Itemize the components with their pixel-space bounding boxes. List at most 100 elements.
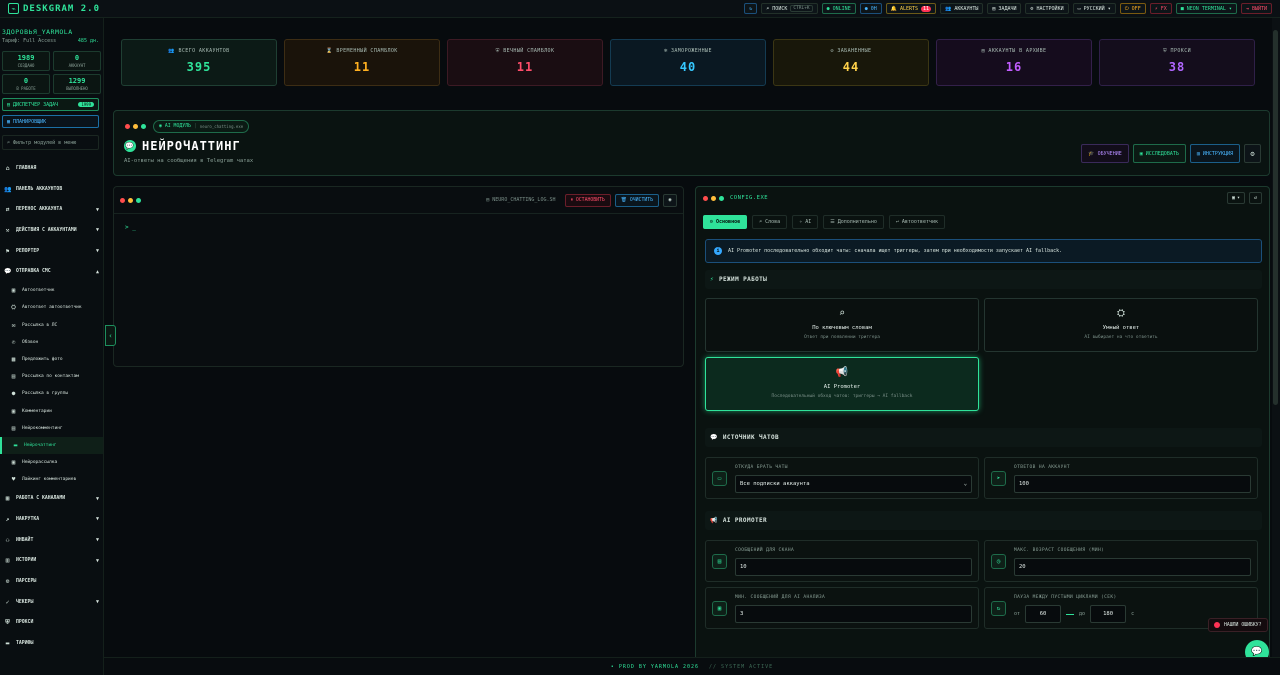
- card-proxy[interactable]: ⛨ ПРОКСИ 38: [1099, 39, 1255, 86]
- settings-button[interactable]: ⚙ НАСТРОЙКИ: [1025, 3, 1069, 14]
- clear-button[interactable]: 🗑 ОЧИСТИТЬ: [614, 193, 659, 207]
- tab-words[interactable]: ⌕ Слова: [752, 215, 788, 229]
- reset-button[interactable]: ↺: [1248, 192, 1262, 204]
- language-select[interactable]: ▭ РУССКИЙ ▾: [1072, 3, 1116, 14]
- tasks-button[interactable]: ▤ ЗАДАЧИ: [987, 3, 1022, 14]
- save-preset-button[interactable]: ▣ ▾: [1226, 192, 1245, 204]
- card-perm-spamblock[interactable]: ⛨ ВЕЧНЫЙ СПАМБЛОК 11: [447, 39, 603, 86]
- card-archived[interactable]: ▤ АККАУНТЫ В АРХИВЕ 16: [936, 39, 1092, 86]
- card-banned[interactable]: ⊘ ЗАБАНЕННЫЕ 44: [773, 39, 929, 86]
- nav-stories[interactable]: ▥ ИСТОРИИ ▼: [0, 550, 103, 571]
- nav-checkers[interactable]: ✓ ЧЕКЕРЫ ▼: [0, 592, 103, 613]
- messages-icon: ▤: [712, 554, 727, 569]
- sidebar-collapse-button[interactable]: ‹: [105, 325, 116, 346]
- chip-icon: ◉: [159, 124, 162, 129]
- view-toggle-button[interactable]: ◉: [663, 193, 677, 207]
- nav-account-actions[interactable]: ⚒ ДЕЙСТВИЯ С АККАУНТАМИ ▼: [0, 220, 103, 241]
- source-field: ▭ ОТКУДА БРАТЬ ЧАТЫ Все подписки аккаунта ⌄: [705, 457, 979, 499]
- replies-input[interactable]: 100: [1014, 475, 1251, 493]
- mode-options: ⌕ По ключевым словам Ответ при появлении т…: [705, 298, 1262, 411]
- chat-icon: 💬: [710, 434, 718, 441]
- nav-sub-calls[interactable]: ✆ Обзвон: [0, 334, 103, 351]
- search-button[interactable]: ⌕ ПОИСК CTRL+K: [761, 3, 818, 14]
- nav-sub-group-mailing[interactable]: ● Рассылка в группы: [0, 385, 103, 402]
- mode-smart[interactable]: ⛭ Умный ответ AI выбирает на что ответить: [984, 298, 1258, 352]
- research-button[interactable]: ▣ ИССЛЕДОВАТЬ: [1132, 144, 1186, 163]
- reply-icon: ▣: [11, 287, 16, 295]
- nav-sub-offer-photo[interactable]: ▩ Предложить фото: [0, 351, 103, 368]
- logout-button[interactable]: ⇥ ВЫЙТИ: [1240, 3, 1272, 14]
- nav-sub-neurochatting[interactable]: ▬ Нейрочаттинг: [0, 436, 103, 454]
- nav-send-sms[interactable]: 💬 ОТПРАВКА СМС ▲: [0, 261, 103, 282]
- page-scrollbar[interactable]: [1272, 18, 1280, 657]
- terminal-prompt[interactable]: > _: [114, 214, 683, 231]
- min-messages-input[interactable]: 3: [735, 605, 972, 623]
- nav-sub-contacts-mailing[interactable]: ▤ Рассылка по контактам: [0, 368, 103, 385]
- nav-account-transfer[interactable]: ⇄ ПЕРЕНОС АККАУНТА ▼: [0, 199, 103, 220]
- nav-sub-neurocommenting[interactable]: ▤ Нейрокомментинг: [0, 420, 103, 437]
- list-icon: ☰: [830, 219, 835, 225]
- chevron-left-icon: ‹: [108, 331, 113, 340]
- nav-sub-auto-autoresponder[interactable]: ⛭ Автоответ автоответчик: [0, 299, 103, 316]
- pause-to-input[interactable]: 180: [1090, 605, 1127, 623]
- tab-extra[interactable]: ☰ Дополнительно: [823, 215, 884, 229]
- counter-button[interactable]: ● 0Н: [859, 3, 882, 14]
- nav-sub-dm-mailing[interactable]: ✉ Рассылка в ЛС: [0, 317, 103, 334]
- sidebar-stats: 1989 СОЗДАНО 0 АККАУНТ 0В РАБОТЕ 1299 ВЫПОЛ…: [0, 44, 103, 94]
- footer: • PROD BY YARMOLA 2026// SYSTEM ACTIVE: [104, 657, 1280, 675]
- learn-button[interactable]: 🎓 ОБУЧЕНИЕ: [1081, 144, 1129, 163]
- module-settings-button[interactable]: ⚙: [1244, 144, 1261, 163]
- chart-icon: ↗: [5, 515, 10, 523]
- nav-proxy[interactable]: ⛨ ПРОКСИ: [0, 613, 103, 634]
- pause-from-input[interactable]: 60: [1025, 605, 1062, 623]
- trash-icon: 🗑: [620, 197, 627, 203]
- hourglass-icon: ⌛: [326, 48, 337, 54]
- bug-icon: [1214, 622, 1220, 628]
- alerts-button[interactable]: 🔔 ALERTS 11: [885, 3, 937, 14]
- nav-sub-neuromailing[interactable]: ▣ Нейрорассылка: [0, 454, 103, 471]
- stop-button[interactable]: ⏸ ОСТАНОВИТЬ: [564, 193, 611, 207]
- nav-reporter[interactable]: ⚑ РЕПОРТЕР ▼: [0, 241, 103, 262]
- refresh-button[interactable]: ↻: [744, 3, 758, 14]
- scrollbar-thumb[interactable]: [1273, 30, 1278, 405]
- ai-icon: ✧: [799, 219, 803, 225]
- report-bug-button[interactable]: НАШЛИ ОШИБКУ?: [1208, 618, 1268, 632]
- online-status[interactable]: ● ONLINE: [821, 3, 856, 14]
- card-total-accounts[interactable]: 👥 ВСЕГО АККАУНТОВ 395: [121, 39, 277, 86]
- source-select[interactable]: Все подписки аккаунта ⌄: [735, 475, 972, 493]
- nav-parsers[interactable]: ⚙ ПАРСЕРЫ: [0, 571, 103, 592]
- card-temp-spamblock[interactable]: ⌛ ВРЕМЕННЫЙ СПАМБЛОК 11: [284, 39, 440, 86]
- dispatcher-button[interactable]: ▤ ДИСПЕТЧЕР ЗАДАЧ 1999: [2, 98, 99, 111]
- age-input[interactable]: 20: [1014, 558, 1251, 576]
- theme-select[interactable]: ■ NEON TERMINAL ▾: [1175, 3, 1237, 14]
- config-title: CONFIG.EXE: [730, 195, 769, 201]
- fx-toggle[interactable]: ⚡ FX: [1149, 3, 1172, 14]
- card-frozen[interactable]: ❄ ЗАМОРОЖЕННЫЕ 40: [610, 39, 766, 86]
- tariff-label: Тариф: Full Access: [2, 38, 57, 44]
- tab-autoresponder[interactable]: ↩ Автоответчик: [888, 215, 945, 229]
- tab-main[interactable]: ⚙ Основное: [703, 215, 748, 229]
- page-subtitle: AI-ответы на сообщения в Telegram чатах: [124, 158, 254, 164]
- nav-sub-autoresponder[interactable]: ▣ Автоответчик: [0, 282, 103, 299]
- nav-boost[interactable]: ↗ НАКРУТКА ▼: [0, 509, 103, 530]
- scan-input[interactable]: 10: [735, 558, 972, 576]
- nav-channels[interactable]: ▦ РАБОТА С КАНАЛАМИ ▼: [0, 488, 103, 509]
- mode-ai-promoter[interactable]: 📢 AI Promoter Последовательный обход чатов…: [705, 357, 979, 411]
- nav-accounts-panel[interactable]: 👥 ПАНЕЛЬ АККАУНТОВ: [0, 179, 103, 200]
- nav-sub-comments[interactable]: ▣ Комментарии: [0, 402, 103, 419]
- nav-sub-comment-liking[interactable]: ♥ Лайкинг комментариев: [0, 471, 103, 488]
- app-logo[interactable]: ⌁ DESKGRAM 2.0: [0, 3, 110, 14]
- accounts-button[interactable]: 👥 АККАУНТЫ: [940, 3, 984, 14]
- off-toggle[interactable]: ⏻ OFF: [1119, 3, 1146, 14]
- module-filter-input[interactable]: ⌕ Фильтр модулей в меню: [2, 135, 99, 150]
- nav-home[interactable]: ⌂ ГЛАВНАЯ: [0, 158, 103, 179]
- nav-invite[interactable]: ⚇ ИНВАЙТ ▼: [0, 530, 103, 551]
- tab-ai[interactable]: ✧ AI: [792, 215, 819, 229]
- manual-button[interactable]: ▥ ИНСТРУКЦИЯ: [1189, 144, 1240, 163]
- nav-tariffs[interactable]: ▬ ТАРИФЫ: [0, 633, 103, 654]
- stat-cards: 👥 ВСЕГО АККАУНТОВ 395 ⌛ ВРЕМЕННЫЙ СПАМБЛО…: [121, 39, 1255, 86]
- logo-icon: ⌁: [8, 3, 19, 14]
- research-icon: ▣: [1139, 150, 1143, 157]
- planner-button[interactable]: ▦ ПЛАНИРОВЩИК: [2, 115, 99, 128]
- mode-keywords[interactable]: ⌕ По ключевым словам Ответ при появлении т…: [705, 298, 979, 352]
